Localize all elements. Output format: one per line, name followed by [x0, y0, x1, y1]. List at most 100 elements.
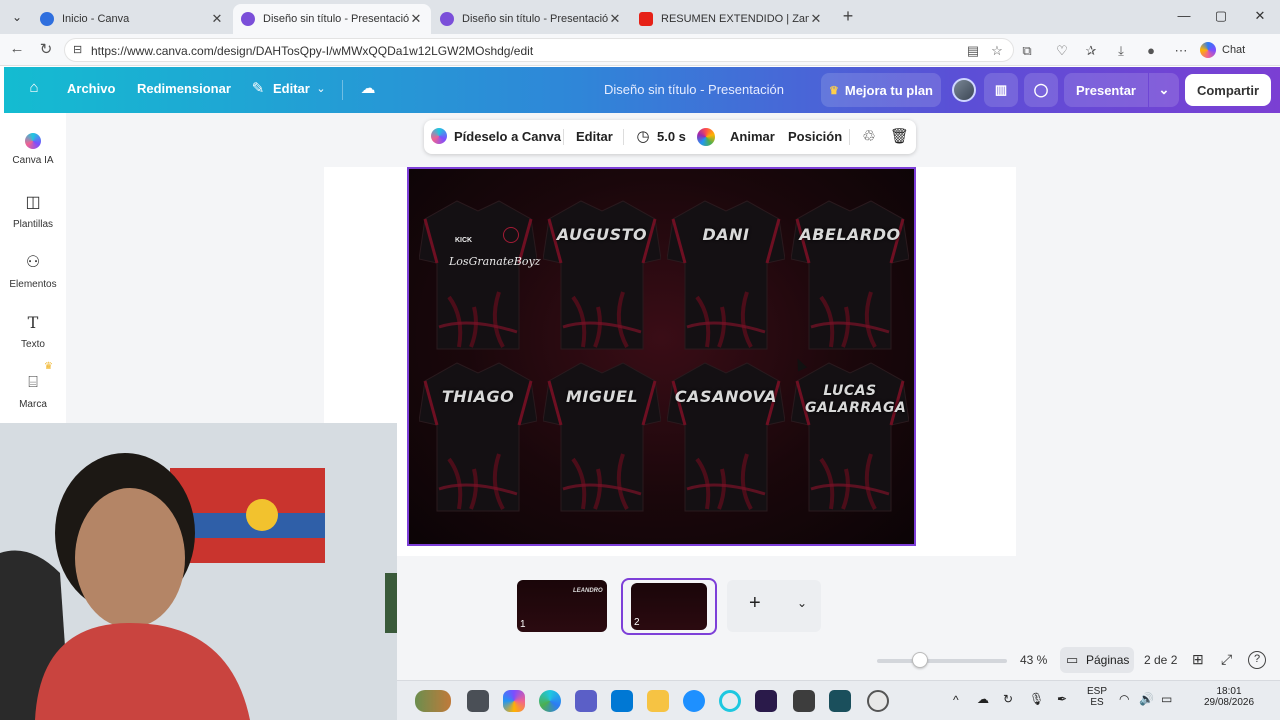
- page-thumbnail-2[interactable]: 2: [631, 583, 707, 630]
- position-button[interactable]: Posición: [788, 129, 842, 144]
- browser-tab[interactable]: Diseño sin título - Presentación ✕: [432, 4, 630, 34]
- present-button[interactable]: Presentar: [1064, 73, 1148, 107]
- close-window-icon[interactable]: ✕: [1245, 8, 1275, 24]
- obs-icon[interactable]: [867, 690, 889, 712]
- chevron-down-icon[interactable]: ⌄: [311, 82, 331, 95]
- document-title[interactable]: Diseño sin título - Presentación: [604, 82, 784, 97]
- jersey-7[interactable]: CASANOVA: [666, 359, 786, 513]
- page-thumbnail-1[interactable]: LEANDRO 1: [517, 580, 607, 632]
- ask-canva-button[interactable]: Pídeselo a Canva: [454, 129, 561, 144]
- canva-ai-icon: [431, 128, 447, 144]
- volume-icon[interactable]: 🔊: [1139, 692, 1154, 706]
- color-wheel-icon[interactable]: [697, 128, 715, 146]
- task-view-icon[interactable]: [467, 690, 489, 712]
- sidebar-item-text[interactable]: T Texto: [0, 313, 66, 350]
- close-tab-icon[interactable]: ✕: [409, 11, 423, 27]
- upgrade-plan-button[interactable]: ♛ Mejora tu plan: [821, 73, 941, 107]
- share-button[interactable]: Compartir: [1185, 74, 1271, 106]
- browser-tab-active[interactable]: Diseño sin título - Presentación ✕: [233, 4, 431, 34]
- address-bar[interactable]: ⊟ https://www.canva.com/design/DAHTosQpy…: [64, 38, 1014, 62]
- animate-button[interactable]: Animar: [730, 129, 775, 144]
- minimize-window-icon[interactable]: —: [1169, 8, 1199, 23]
- home-icon[interactable]: ⌂: [24, 79, 44, 96]
- browser-essentials-icon[interactable]: ♡: [1053, 42, 1071, 60]
- file-menu[interactable]: Archivo: [67, 81, 115, 96]
- help-app-icon[interactable]: [683, 690, 705, 712]
- page-thumbnail-2-selected[interactable]: 2: [621, 578, 717, 635]
- zoom-percentage[interactable]: 43 %: [1020, 653, 1047, 667]
- jersey-8[interactable]: LUCAS GALARRAGA: [790, 359, 910, 513]
- chevron-down-icon[interactable]: ⌄: [797, 596, 807, 610]
- copilot-app-icon[interactable]: [503, 690, 525, 712]
- pen-icon[interactable]: ✒: [1057, 692, 1067, 706]
- grid-view-icon[interactable]: ⊞: [1192, 651, 1204, 668]
- reload-icon[interactable]: ↻: [36, 40, 56, 58]
- jersey-2[interactable]: AUGUSTO: [542, 197, 662, 351]
- file-explorer-icon[interactable]: [647, 690, 669, 712]
- cortana-icon[interactable]: [719, 690, 741, 712]
- downloads-icon[interactable]: ⤓: [1112, 42, 1130, 60]
- star-app-icon[interactable]: [793, 690, 815, 712]
- browser-tab[interactable]: Inicio - Canva ✕: [32, 4, 232, 34]
- store-icon[interactable]: [611, 690, 633, 712]
- trash-icon[interactable]: 🗑: [890, 128, 909, 146]
- zoom-slider[interactable]: [877, 659, 1007, 663]
- brand-icon: ⌸: [28, 374, 38, 391]
- site-info-icon[interactable]: ⊟: [73, 43, 87, 57]
- more-options-icon[interactable]: ⋯: [1172, 42, 1190, 60]
- add-page-button[interactable]: + ⌄: [727, 580, 821, 632]
- clock[interactable]: 18:01 29/08/2026: [1201, 686, 1257, 708]
- favorite-star-icon[interactable]: ☆: [988, 42, 1006, 60]
- media-app-icon[interactable]: [829, 690, 851, 712]
- fullscreen-icon[interactable]: ⤢: [1221, 651, 1232, 668]
- edit-mode-button[interactable]: Editar: [273, 81, 310, 96]
- duration-button[interactable]: 5.0 s: [657, 129, 686, 144]
- zoom-slider-handle[interactable]: [911, 652, 928, 668]
- input-language[interactable]: ESP ES: [1085, 686, 1109, 708]
- teams-icon[interactable]: [575, 690, 597, 712]
- insights-chart-button[interactable]: ▥: [984, 73, 1018, 107]
- present-options-chevron-icon[interactable]: ⌄: [1149, 73, 1179, 107]
- back-arrow-icon[interactable]: ←: [7, 40, 27, 57]
- jersey-6[interactable]: MIGUEL: [542, 359, 662, 513]
- wifi-icon[interactable]: ◠: [1119, 692, 1129, 706]
- close-tab-icon[interactable]: ✕: [210, 11, 224, 27]
- copilot-chat-button[interactable]: Chat: [1200, 40, 1245, 60]
- profile-avatar-icon[interactable]: ●: [1142, 42, 1160, 60]
- resize-button[interactable]: Redimensionar: [137, 81, 231, 96]
- sync-icon[interactable]: ↻: [1003, 692, 1013, 706]
- edge-browser-icon[interactable]: [539, 690, 561, 712]
- battery-icon[interactable]: ▭: [1161, 692, 1172, 706]
- tab-title: Inicio - Canva: [62, 13, 130, 25]
- jersey-3[interactable]: DANI: [666, 197, 786, 351]
- sidebar-item-templates[interactable]: ◫ Plantillas: [0, 193, 66, 230]
- add-comment-icon[interactable]: ♲: [860, 128, 878, 146]
- sidebar-item-brand[interactable]: ⌸ Marca: [0, 373, 66, 410]
- onedrive-icon[interactable]: ☁: [977, 692, 989, 706]
- favorites-icon[interactable]: ✰: [1082, 42, 1100, 60]
- close-tab-icon[interactable]: ✕: [809, 11, 823, 27]
- sidebar-item-elements[interactable]: ⚇ Elementos: [0, 253, 66, 290]
- close-tab-icon[interactable]: ✕: [608, 11, 622, 27]
- maximize-window-icon[interactable]: ▢: [1206, 8, 1236, 24]
- reader-mode-icon[interactable]: ▤: [964, 42, 982, 60]
- jersey-1[interactable]: KICK LosGranateBoyz: [418, 197, 540, 351]
- extensions-icon[interactable]: ⧉: [1018, 42, 1036, 60]
- widgets-icon[interactable]: [415, 690, 451, 712]
- browser-tab[interactable]: RESUMEN EXTENDIDO | Zamora ✕: [631, 4, 831, 34]
- slide-canvas[interactable]: KICK LosGranateBoyz AUGUSTO DANI ABELARDO THI…: [407, 167, 916, 546]
- show-hidden-icons-chevron-icon[interactable]: ^: [953, 693, 959, 707]
- jersey-5[interactable]: THIAGO: [418, 359, 538, 513]
- cloud-saved-icon[interactable]: ☁: [358, 79, 378, 97]
- avatar[interactable]: [952, 78, 976, 102]
- sidebar-item-canva-ai[interactable]: Canva IA: [0, 133, 66, 166]
- new-tab-plus-icon[interactable]: +: [838, 6, 858, 27]
- edit-button[interactable]: Editar: [576, 129, 613, 144]
- jersey-4[interactable]: ABELARDO: [790, 197, 910, 351]
- help-icon[interactable]: ?: [1248, 651, 1266, 669]
- tab-actions-menu-icon[interactable]: ⌄: [6, 7, 28, 27]
- microphone-icon[interactable]: 🎙: [1029, 692, 1044, 706]
- pages-toggle-button[interactable]: ▭ Páginas: [1060, 647, 1134, 673]
- affinity-icon[interactable]: [755, 690, 777, 712]
- comments-button[interactable]: ◯: [1024, 73, 1058, 107]
